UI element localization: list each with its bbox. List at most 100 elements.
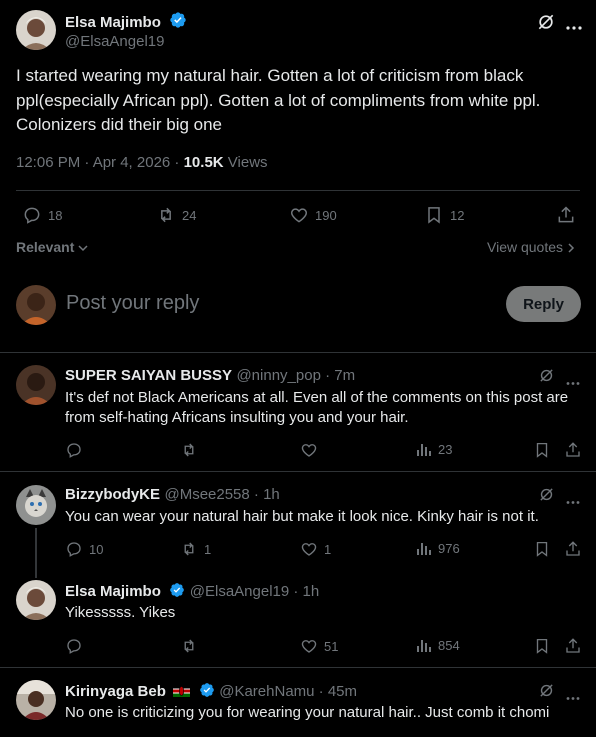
heart-icon — [290, 208, 308, 223]
share-action[interactable] — [564, 441, 582, 459]
repost-count: 1 — [204, 541, 212, 557]
like-action[interactable]: 1 — [300, 540, 331, 558]
tweet-timestamp[interactable]: 12:06 PM · Apr 4, 2026 · — [16, 154, 184, 171]
divider — [0, 667, 596, 668]
divider — [16, 190, 580, 191]
reply-action[interactable]: 18 — [22, 205, 62, 225]
views-action[interactable]: 854 — [416, 637, 460, 653]
bookmark-action[interactable]: 12 — [424, 205, 464, 225]
author-avatar[interactable] — [16, 10, 56, 50]
grok-icon[interactable] — [538, 367, 555, 389]
views-label: Views — [223, 154, 268, 171]
reply-author-name[interactable]: Kirinyaga Beb — [65, 683, 166, 700]
share-icon — [558, 206, 574, 223]
bookmark-icon — [428, 207, 440, 224]
reply-action[interactable] — [65, 637, 89, 655]
more-options-icon[interactable] — [566, 18, 582, 36]
like-action[interactable] — [300, 441, 324, 459]
view-quotes-link[interactable]: View quotes — [487, 239, 575, 255]
views-action[interactable]: 23 — [416, 441, 452, 457]
divider — [0, 352, 596, 353]
views-count: 23 — [438, 441, 453, 457]
reply-text: You can wear your natural hair but make … — [65, 507, 585, 527]
reply-button-label: Reply — [523, 295, 564, 313]
views-count: 10.5K — [183, 154, 224, 171]
like-action[interactable]: 51 — [300, 637, 338, 655]
share-icon — [566, 442, 580, 457]
reply-avatar[interactable] — [16, 580, 56, 620]
grok-icon[interactable] — [536, 12, 556, 37]
repost-icon — [184, 443, 194, 457]
reply-author-handle[interactable]: @KarehNamu · 45m — [219, 683, 357, 700]
share-action[interactable] — [564, 540, 582, 558]
tweet-text-line: ppl(especially African ppl). Gotten a lo… — [16, 90, 541, 110]
reply-action[interactable]: 10 — [65, 540, 103, 558]
reply-avatar[interactable] — [16, 485, 56, 525]
reply-text-line: from self-hating Africans insulting you … — [65, 409, 409, 426]
tweet-meta: 12:06 PM · Apr 4, 2026 · 10.5K Views — [16, 154, 268, 171]
reply-text-line: You can wear your natural hair but make … — [65, 508, 539, 525]
repost-action[interactable] — [180, 441, 204, 459]
repost-action[interactable]: 24 — [156, 205, 196, 225]
reply-author-name[interactable]: Elsa Majimbo — [65, 583, 161, 600]
bookmark-action[interactable] — [533, 540, 551, 558]
chevron-right-icon — [568, 243, 574, 253]
grok-icon[interactable] — [538, 486, 555, 508]
share-action[interactable] — [564, 637, 582, 655]
bookmark-icon — [536, 442, 548, 458]
reply-input[interactable]: Post your reply — [66, 292, 199, 315]
reply-text: It's def not Black Americans at all. Eve… — [65, 388, 585, 428]
reply-avatar[interactable] — [16, 680, 56, 720]
reply-action[interactable] — [65, 441, 89, 459]
share-icon — [566, 541, 580, 556]
bookmark-action[interactable] — [533, 637, 551, 655]
repost-icon — [184, 639, 194, 653]
chevron-down-icon — [78, 245, 88, 252]
heart-icon — [301, 640, 317, 653]
share-icon — [566, 638, 580, 653]
bookmark-action[interactable] — [533, 441, 551, 459]
tweet-text: I started wearing my natural hair. Gotte… — [16, 64, 582, 138]
sort-label: Relevant — [16, 239, 75, 255]
grok-icon[interactable] — [538, 682, 555, 704]
reply-icon — [67, 542, 81, 557]
author-handle[interactable]: @ElsaAngel19 — [65, 33, 164, 50]
heart-icon — [301, 543, 317, 556]
reply-count: 10 — [89, 541, 104, 557]
reply-author-handle[interactable]: @ninny_pop · 7m — [236, 367, 355, 384]
verified-badge-icon — [199, 683, 214, 697]
analytics-icon — [417, 640, 431, 652]
reply-author-handle[interactable]: @ElsaAngel19 · 1h — [190, 583, 319, 600]
heart-icon — [301, 444, 317, 457]
bookmark-icon — [536, 541, 548, 557]
kenya-flag-icon — [173, 685, 191, 697]
like-action[interactable]: 190 — [289, 205, 337, 225]
reply-icon — [67, 639, 81, 654]
reply-text-line: No one is criticizing you for wearing yo… — [65, 704, 550, 721]
thread-line — [35, 528, 37, 578]
share-action[interactable] — [556, 205, 576, 225]
tweet-text-line: Colonizers did their big one — [16, 115, 223, 134]
reply-button[interactable]: Reply — [506, 286, 581, 322]
like-count: 1 — [324, 541, 332, 557]
views-action[interactable]: 976 — [416, 540, 460, 556]
verified-badge-icon — [170, 12, 186, 28]
views-count: 976 — [438, 540, 460, 556]
reply-author-name[interactable]: SUPER SAIYAN BUSSY — [65, 367, 232, 384]
reply-author-handle[interactable]: @Msee2558 · 1h — [164, 486, 279, 503]
analytics-icon — [417, 444, 431, 456]
reply-avatar[interactable] — [16, 365, 56, 405]
sort-dropdown[interactable]: Relevant — [16, 239, 88, 255]
view-quotes-label: View quotes — [487, 239, 564, 255]
repost-action[interactable]: 1 — [180, 540, 211, 558]
reply-icon — [24, 207, 40, 224]
reply-text: No one is criticizing you for wearing yo… — [65, 703, 585, 723]
reply-icon — [67, 443, 81, 458]
reply-author-name[interactable]: BizzybodyKE — [65, 486, 160, 503]
current-user-avatar — [16, 285, 56, 325]
repost-icon — [184, 542, 194, 556]
author-name[interactable]: Elsa Majimbo — [65, 14, 161, 31]
analytics-icon — [417, 543, 431, 555]
reply-text-line: It's def not Black Americans at all. Eve… — [65, 389, 569, 406]
repost-action[interactable] — [180, 637, 204, 655]
